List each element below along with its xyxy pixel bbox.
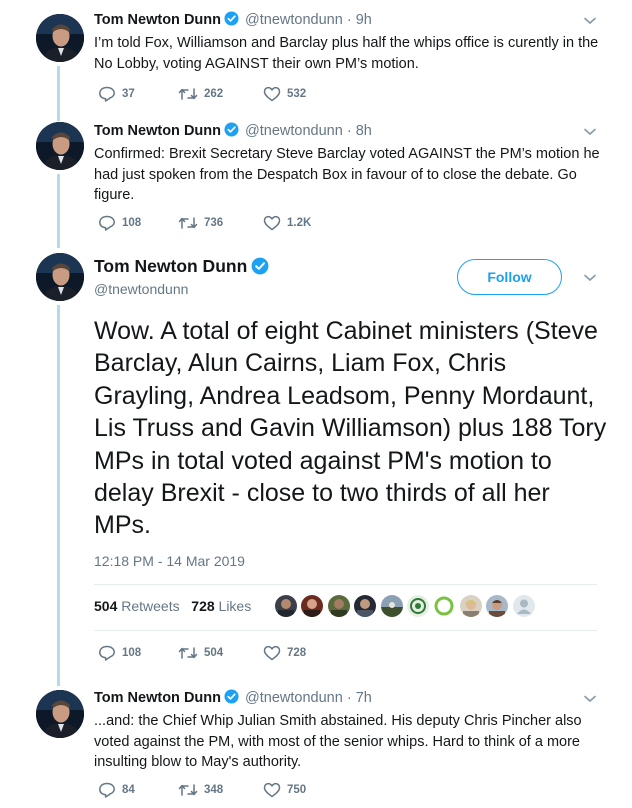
- tweet-actions: 37 262 532: [98, 86, 306, 102]
- like-button[interactable]: 750: [263, 782, 306, 798]
- tweet-actions: 108 504 728: [98, 645, 306, 661]
- reply-icon: [99, 86, 115, 102]
- verified-badge-icon: [224, 11, 239, 31]
- like-count: 1.2K: [287, 217, 312, 229]
- author-handle[interactable]: @tnewtondunn: [245, 690, 343, 706]
- tweet-header: Tom Newton Dunn @tnewtondunn · 7h: [94, 689, 600, 709]
- reply-icon: [99, 645, 115, 661]
- reply-count: 37: [122, 88, 135, 100]
- divider: [94, 630, 597, 631]
- tweet-text: ...and: the Chief Whip Julian Smith abst…: [94, 713, 582, 770]
- thread-line: [57, 174, 60, 248]
- tweet-time[interactable]: 7h: [356, 690, 372, 706]
- liker-avatar[interactable]: [459, 595, 482, 617]
- retweets-stat[interactable]: 504 Retweets: [94, 598, 180, 614]
- tweet[interactable]: Tom Newton Dunn @tnewtondunn · 8h Confir…: [94, 122, 600, 206]
- thread-line: [57, 66, 60, 121]
- tweet-time[interactable]: 9h: [356, 12, 372, 28]
- like-icon: [263, 215, 281, 231]
- follow-button[interactable]: Follow: [457, 259, 562, 295]
- verified-badge-icon: [224, 689, 239, 709]
- reply-icon: [99, 782, 115, 798]
- retweet-count: 262: [204, 88, 224, 100]
- author-handle[interactable]: @tnewtondunn: [245, 123, 343, 139]
- chevron-down-icon[interactable]: [583, 16, 597, 26]
- reply-count: 108: [122, 647, 142, 659]
- retweet-count: 504: [204, 647, 224, 659]
- tweet-text: Wow. A total of eight Cabinet ministers …: [94, 317, 607, 540]
- like-button[interactable]: 532: [263, 86, 306, 102]
- thread-line: [57, 305, 60, 686]
- retweet-icon: [178, 784, 198, 796]
- divider: [94, 584, 597, 585]
- like-count: 728: [287, 647, 307, 659]
- retweet-icon: [178, 217, 198, 229]
- like-button[interactable]: 1.2K: [263, 215, 311, 231]
- avatar[interactable]: [36, 122, 84, 170]
- tweet-text: Confirmed: Brexit Secretary Steve Barcla…: [94, 146, 600, 203]
- like-icon: [263, 86, 281, 102]
- liker-avatar[interactable]: [301, 595, 324, 617]
- retweet-button[interactable]: 262: [178, 87, 263, 101]
- reply-button[interactable]: 37: [98, 86, 178, 102]
- like-count: 532: [287, 88, 307, 100]
- retweet-count: 736: [204, 217, 224, 229]
- liker-avatars: [275, 595, 539, 617]
- author-handle[interactable]: @tnewtondunn: [245, 12, 343, 28]
- retweet-icon: [178, 88, 198, 100]
- tweet-timestamp[interactable]: 12:18 PM - 14 Mar 2019: [94, 553, 245, 569]
- reply-button[interactable]: 108: [98, 215, 178, 231]
- liker-avatar[interactable]: [327, 595, 350, 617]
- reply-count: 84: [122, 784, 135, 796]
- tweet-actions: 84 348 750: [98, 782, 306, 798]
- author-name[interactable]: Tom Newton Dunn: [94, 12, 221, 28]
- verified-badge-icon: [251, 257, 269, 280]
- engagement-stats: 504 Retweets 728 Likes: [94, 598, 251, 614]
- tweet-actions: 108 736 1.2K: [98, 215, 311, 231]
- verified-badge-icon: [224, 122, 239, 142]
- chevron-down-icon[interactable]: [583, 127, 597, 137]
- chevron-down-icon[interactable]: [583, 694, 597, 704]
- chevron-down-icon[interactable]: [583, 273, 597, 283]
- retweet-count: 348: [204, 784, 224, 796]
- reply-button[interactable]: 84: [98, 782, 178, 798]
- reply-icon: [99, 215, 115, 231]
- like-button[interactable]: 728: [263, 645, 306, 661]
- liker-avatar[interactable]: [354, 595, 377, 617]
- author-handle[interactable]: @tnewtondunn: [94, 281, 188, 297]
- liker-avatar[interactable]: [275, 595, 297, 617]
- liker-avatar[interactable]: [380, 595, 403, 617]
- tweet[interactable]: Tom Newton Dunn @tnewtondunn · 9h I’m to…: [94, 11, 600, 74]
- tweet[interactable]: Tom Newton Dunn @tnewtondunn · 7h ...and…: [94, 689, 600, 773]
- tweet-header: Tom Newton Dunn @tnewtondunn · 8h: [94, 122, 600, 142]
- author-name[interactable]: Tom Newton Dunn: [94, 256, 271, 280]
- retweet-button[interactable]: 736: [178, 216, 263, 230]
- reply-count: 108: [122, 217, 142, 229]
- retweet-button[interactable]: 504: [178, 646, 263, 660]
- avatar[interactable]: [36, 253, 84, 301]
- tweet-time[interactable]: 8h: [356, 123, 372, 139]
- author-name[interactable]: Tom Newton Dunn: [94, 123, 221, 139]
- liker-avatar[interactable]: [512, 595, 535, 617]
- author-name[interactable]: Tom Newton Dunn: [94, 690, 221, 706]
- retweet-icon: [178, 647, 198, 659]
- tweet-text: I’m told Fox, Williamson and Barclay plu…: [94, 35, 599, 72]
- like-count: 750: [287, 784, 307, 796]
- likes-stat[interactable]: 728 Likes: [191, 598, 251, 614]
- like-icon: [263, 782, 281, 798]
- like-icon: [263, 645, 281, 661]
- tweet-header: Tom Newton Dunn @tnewtondunn · 9h: [94, 11, 600, 31]
- avatar[interactable]: [36, 690, 84, 738]
- liker-avatar[interactable]: [433, 595, 456, 617]
- retweet-button[interactable]: 348: [178, 783, 263, 797]
- liker-avatar[interactable]: [486, 595, 509, 617]
- reply-button[interactable]: 108: [98, 645, 178, 661]
- avatar[interactable]: [36, 14, 84, 62]
- liker-avatar[interactable]: [406, 595, 429, 617]
